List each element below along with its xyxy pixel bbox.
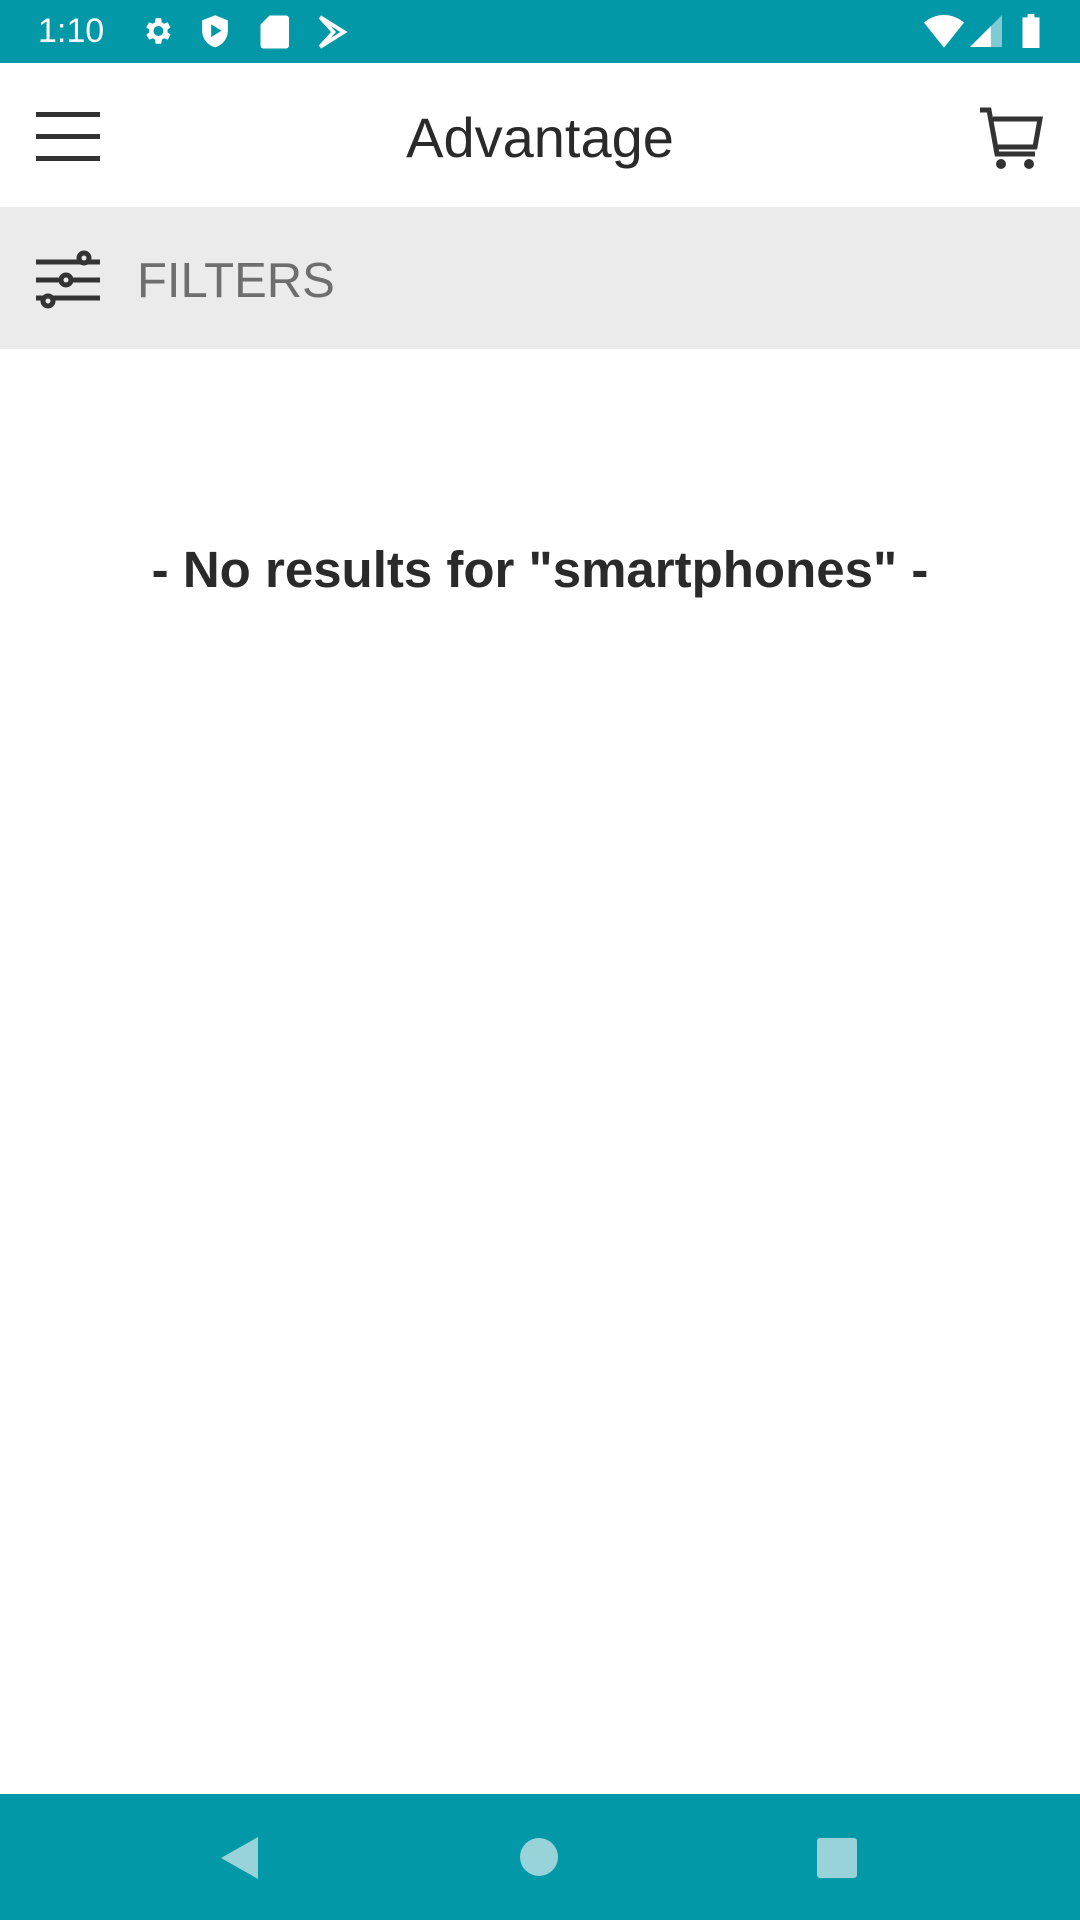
- sliders-icon: [36, 250, 100, 309]
- app-toolbar: Advantage: [0, 63, 1080, 207]
- battery-icon: [1022, 14, 1040, 48]
- filters-button[interactable]: FILTERS: [0, 207, 1080, 349]
- cart-icon[interactable]: [978, 105, 1044, 171]
- back-icon[interactable]: [218, 1835, 260, 1881]
- shield-play-icon: [202, 15, 228, 48]
- sd-card-icon: [260, 15, 289, 49]
- settings-icon: [146, 18, 171, 44]
- recents-icon[interactable]: [817, 1838, 857, 1878]
- home-icon[interactable]: [519, 1837, 559, 1877]
- wifi-icon: [924, 15, 964, 48]
- page-title: Advantage: [406, 106, 674, 169]
- no-results-message: - No results for "smartphones" -: [151, 541, 929, 598]
- play-store-icon: [318, 15, 348, 49]
- signal-icon: [970, 15, 1002, 47]
- status-bar: 1:10: [0, 0, 1080, 63]
- filters-label: FILTERS: [137, 254, 335, 308]
- navigation-bar: [0, 1794, 1080, 1920]
- status-time: 1:10: [38, 12, 105, 50]
